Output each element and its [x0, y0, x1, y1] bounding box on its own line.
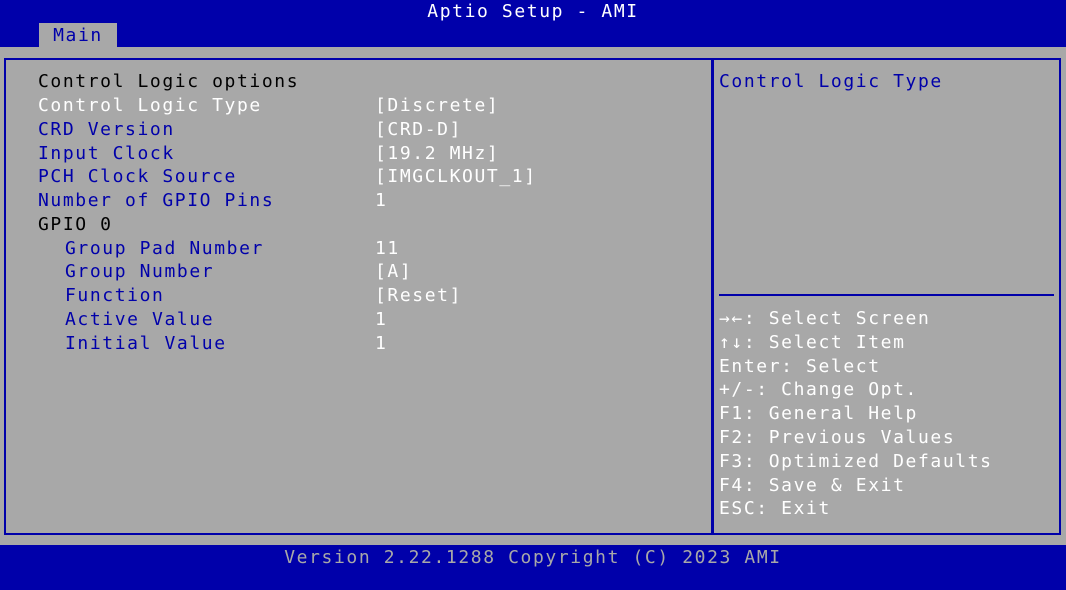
gpio-header: GPIO 0: [38, 214, 113, 235]
setting-label-crd-version[interactable]: CRD Version: [38, 118, 175, 142]
key-hint-general-help: F1: General Help: [719, 403, 918, 425]
key-hint-enter: Enter: Select: [719, 355, 881, 377]
setting-value-group-pad-number[interactable]: 11: [375, 237, 400, 261]
setting-value-pch-clock-source[interactable]: [IMGCLKOUT_1]: [375, 165, 537, 189]
setting-label-active-value[interactable]: Active Value: [65, 308, 214, 332]
key-hint-optimized-defaults: F3: Optimized Defaults: [719, 450, 993, 472]
key-hint-select-screen: →←: Select Screen: [719, 308, 931, 329]
version-footer: Version 2.22.1288 Copyright (C) 2023 AMI: [284, 547, 782, 568]
key-hint-change-opt: +/-: Change Opt.: [719, 379, 918, 401]
setting-label-pch-clock-source[interactable]: PCH Clock Source: [38, 165, 237, 189]
help-divider: [719, 294, 1054, 296]
setting-value-active-value[interactable]: 1: [375, 308, 387, 332]
main-panel: Control Logic options Control Logic Type…: [0, 47, 1066, 545]
key-hint-esc-exit: ESC: Exit: [719, 498, 831, 520]
help-title: Control Logic Type: [719, 71, 943, 92]
setting-value-number-of-gpio-pins[interactable]: 1: [375, 189, 387, 213]
setting-label-number-of-gpio-pins[interactable]: Number of GPIO Pins: [38, 189, 274, 213]
setting-value-group-number[interactable]: [A]: [375, 260, 412, 284]
setting-value-function[interactable]: [Reset]: [375, 284, 462, 308]
key-hint-save-exit: F4: Save & Exit: [719, 474, 906, 496]
window-title: Aptio Setup - AMI: [427, 1, 639, 22]
section-header: Control Logic options: [38, 71, 300, 92]
setting-label-initial-value[interactable]: Initial Value: [65, 332, 227, 356]
key-hint-previous-values: F2: Previous Values: [719, 426, 956, 448]
setting-label-group-number[interactable]: Group Number: [65, 260, 214, 284]
setting-value-crd-version[interactable]: [CRD-D]: [375, 118, 462, 142]
setting-label-input-clock[interactable]: Input Clock: [38, 142, 175, 166]
setting-label-function[interactable]: Function: [65, 284, 165, 308]
setting-value-initial-value[interactable]: 1: [375, 332, 387, 356]
key-legend: →←: Select Screen ↑↓: Select Item Enter:…: [719, 307, 993, 521]
tab-main[interactable]: Main: [39, 23, 117, 47]
setting-label-group-pad-number[interactable]: Group Pad Number: [65, 237, 264, 261]
setting-value-control-logic-type[interactable]: [Discrete]: [375, 94, 499, 118]
key-hint-select-item: ↑↓: Select Item: [719, 331, 906, 353]
setting-label-control-logic-type[interactable]: Control Logic Type: [38, 94, 262, 118]
setting-value-input-clock[interactable]: [19.2 MHz]: [375, 142, 499, 166]
